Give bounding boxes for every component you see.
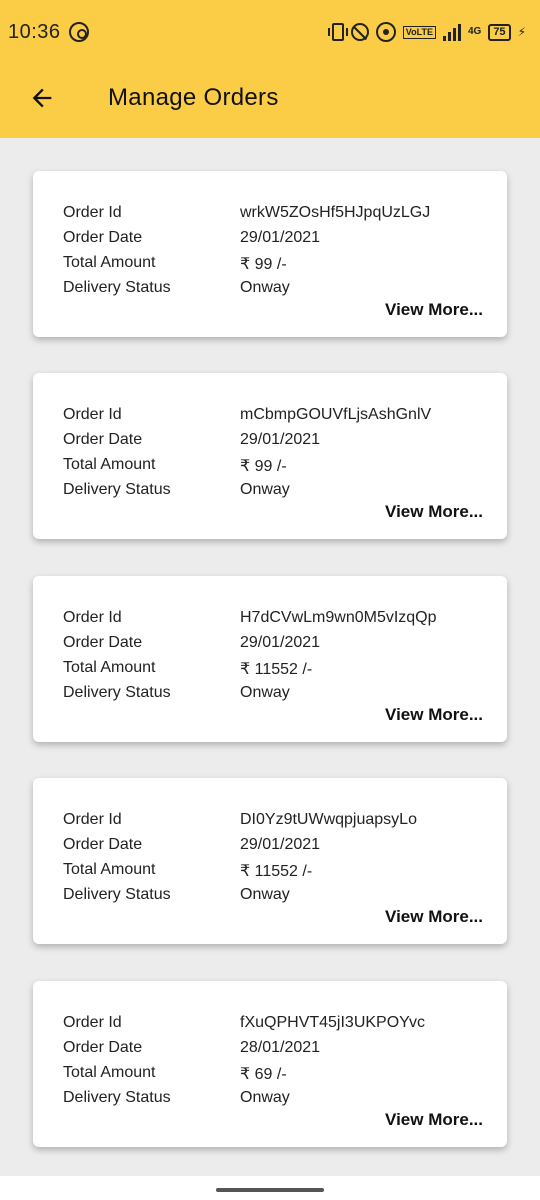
view-more-button[interactable]: View More... <box>385 300 483 320</box>
app-header: 10:36 VoLTE 4G 75 ⚡ Manage Orders <box>0 0 540 138</box>
delivery-status-value: Onway <box>240 1089 290 1106</box>
status-bar: 10:36 VoLTE 4G 75 ⚡ <box>0 0 540 64</box>
order-card: Order Id fXuQPHVT45jI3UKPOYvc Order Date… <box>33 981 507 1147</box>
order-card: Order Id H7dCVwLm9wn0M5vIzqQp Order Date… <box>33 576 507 742</box>
order-date-label: Order Date <box>63 431 143 448</box>
order-id-label: Order Id <box>63 1014 122 1031</box>
delivery-status-label: Delivery Status <box>63 684 171 701</box>
order-date-value: 29/01/2021 <box>240 431 321 448</box>
delivery-status-label: Delivery Status <box>63 1089 171 1106</box>
order-card: Order Id wrkW5ZOsHf5HJpqUzLGJ Order Date… <box>33 171 507 337</box>
order-date-value: 29/01/2021 <box>240 634 321 651</box>
order-date-value: 29/01/2021 <box>240 229 321 246</box>
delivery-status-value: Onway <box>240 684 290 701</box>
order-id-label: Order Id <box>63 811 122 828</box>
total-amount-label: Total Amount <box>63 1064 156 1081</box>
arrow-left-icon <box>32 88 52 108</box>
delivery-status-label: Delivery Status <box>63 279 171 296</box>
page-title: Manage Orders <box>108 84 279 111</box>
order-id-label: Order Id <box>63 204 122 221</box>
signal-icon <box>442 23 461 41</box>
order-date-value: 28/01/2021 <box>240 1039 321 1056</box>
volte-icon: VoLTE <box>402 25 436 39</box>
back-button[interactable] <box>28 84 56 112</box>
view-more-button[interactable]: View More... <box>385 705 483 725</box>
order-card: Order Id DI0Yz9tUWwqpjuapsyLo Order Date… <box>33 778 507 944</box>
order-id-label: Order Id <box>63 406 122 423</box>
charging-icon: ⚡ <box>517 25 526 39</box>
total-amount-value: ₹ 99 /- <box>240 256 287 273</box>
app-notification-icon <box>68 22 89 42</box>
battery-icon: 75 <box>488 23 511 41</box>
order-card: Order Id mCbmpGOUVfLjsAshGnlV Order Date… <box>33 373 507 539</box>
view-more-button[interactable]: View More... <box>385 907 483 927</box>
order-id-value: wrkW5ZOsHf5HJpqUzLGJ <box>240 204 431 221</box>
delivery-status-value: Onway <box>240 279 290 296</box>
view-more-button[interactable]: View More... <box>385 1110 483 1130</box>
order-id-label: Order Id <box>63 609 122 626</box>
total-amount-value: ₹ 69 /- <box>240 1066 287 1083</box>
delivery-status-label: Delivery Status <box>63 886 171 903</box>
delivery-status-value: Onway <box>240 886 290 903</box>
total-amount-value: ₹ 11552 /- <box>240 661 313 678</box>
status-time: 10:36 <box>8 20 61 43</box>
order-date-label: Order Date <box>63 634 143 651</box>
order-date-label: Order Date <box>63 836 143 853</box>
order-date-label: Order Date <box>63 1039 143 1056</box>
delivery-status-value: Onway <box>240 481 290 498</box>
network-type: 4G <box>467 26 482 37</box>
order-date-label: Order Date <box>63 229 143 246</box>
order-date-value: 29/01/2021 <box>240 836 321 853</box>
order-id-value: H7dCVwLm9wn0M5vIzqQp <box>240 609 437 626</box>
total-amount-label: Total Amount <box>63 659 156 676</box>
order-id-value: mCbmpGOUVfLjsAshGnlV <box>240 406 432 423</box>
hotspot-icon <box>375 22 396 42</box>
do-not-disturb-icon <box>350 23 369 41</box>
vibrate-icon <box>327 23 348 41</box>
view-more-button[interactable]: View More... <box>385 502 483 522</box>
order-id-value: fXuQPHVT45jI3UKPOYvc <box>240 1014 425 1031</box>
home-gesture-bar[interactable] <box>216 1188 324 1192</box>
app-bar: Manage Orders <box>0 64 540 138</box>
system-nav-bar <box>0 1176 540 1200</box>
delivery-status-label: Delivery Status <box>63 481 171 498</box>
total-amount-label: Total Amount <box>63 254 156 271</box>
order-id-value: DI0Yz9tUWwqpjuapsyLo <box>240 811 417 828</box>
total-amount-label: Total Amount <box>63 861 156 878</box>
total-amount-value: ₹ 11552 /- <box>240 863 313 880</box>
total-amount-label: Total Amount <box>63 456 156 473</box>
total-amount-value: ₹ 99 /- <box>240 458 287 475</box>
